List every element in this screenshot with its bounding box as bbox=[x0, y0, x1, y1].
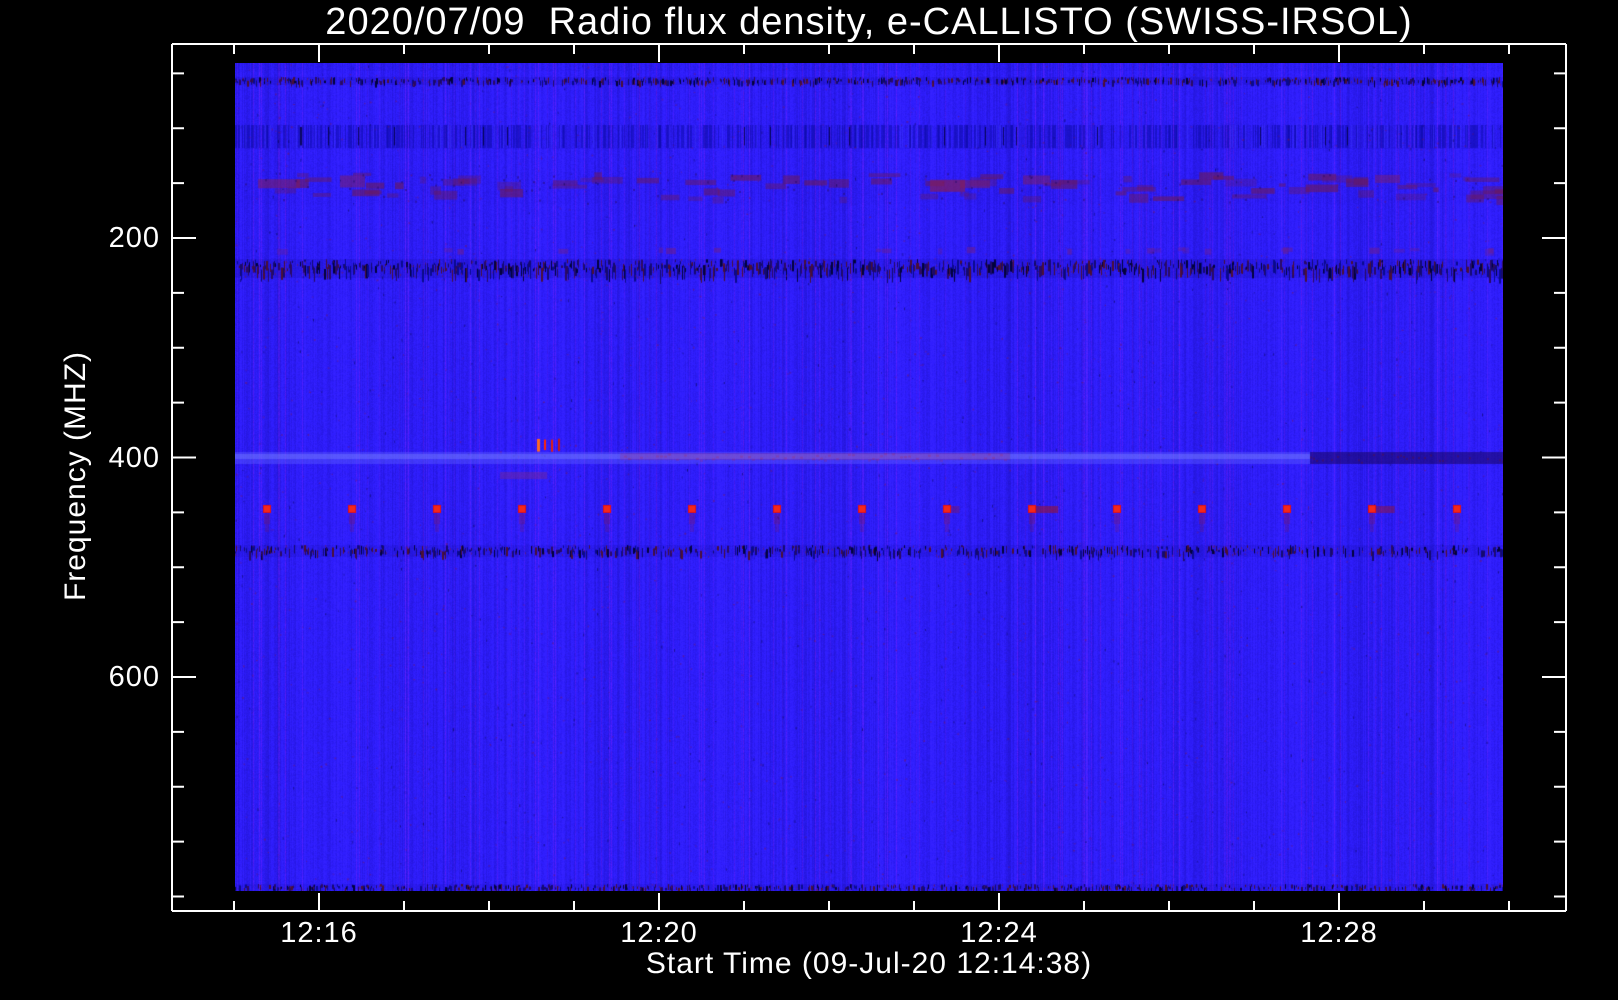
x-tick-label: 12:16 bbox=[280, 917, 358, 949]
x-tick-label: 12:28 bbox=[1300, 917, 1378, 949]
x-tick-label: 12:20 bbox=[620, 917, 698, 949]
axes-frame bbox=[171, 43, 1567, 912]
x-axis-label: Start Time (09-Jul-20 12:14:38) bbox=[645, 947, 1093, 980]
spectrogram-chart: 2020/07/09 Radio flux density, e-CALLIST… bbox=[0, 0, 1618, 1000]
y-tick-label: 600 bbox=[108, 661, 160, 693]
y-tick-label: 400 bbox=[108, 441, 160, 474]
y-axis-label: Frequency (MHZ) bbox=[59, 350, 92, 602]
x-tick-label: 12:24 bbox=[960, 917, 1038, 949]
y-tick-label: 200 bbox=[108, 222, 160, 254]
